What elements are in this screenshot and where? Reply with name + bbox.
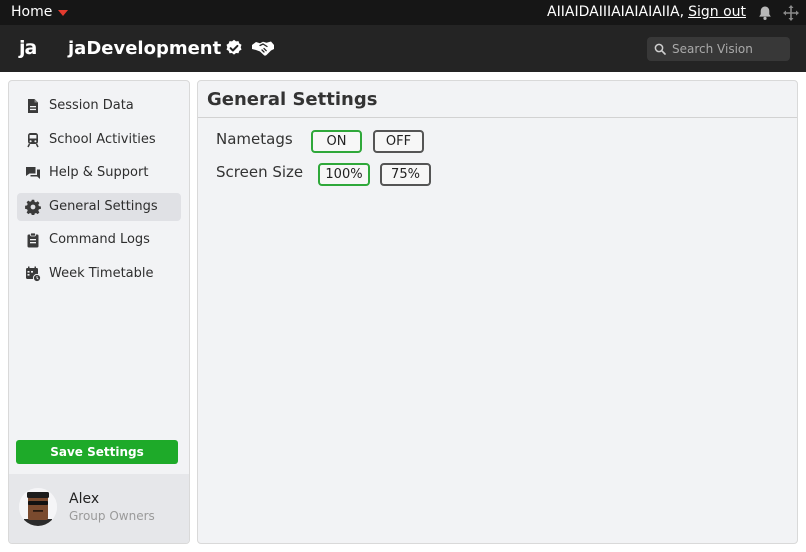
nametags-off-button[interactable]: OFF bbox=[373, 130, 424, 153]
save-settings-button[interactable]: Save Settings bbox=[16, 440, 178, 464]
brand-name: jaDevelopment bbox=[68, 38, 222, 59]
clipboard-icon bbox=[27, 232, 39, 248]
chat-icon bbox=[26, 167, 40, 179]
calendar-clock-icon bbox=[26, 266, 41, 282]
main-area: Session Data School Activities Help & Su… bbox=[0, 72, 806, 552]
account-info: AIIAIDAIIIAIAIAIAIIA, Sign out bbox=[547, 4, 746, 20]
divider bbox=[198, 117, 797, 118]
page-title: General Settings bbox=[207, 89, 378, 110]
sidebar-item-school-activities[interactable]: School Activities bbox=[17, 126, 181, 154]
gear-icon bbox=[25, 199, 41, 215]
sidebar-item-label: General Settings bbox=[49, 199, 158, 214]
sidebar-item-label: Week Timetable bbox=[49, 266, 154, 281]
search-input[interactable] bbox=[672, 42, 782, 56]
sidebar-item-label: Help & Support bbox=[49, 165, 149, 180]
sidebar-item-label: Session Data bbox=[49, 98, 134, 113]
app-header: ja jaDevelopment bbox=[0, 25, 806, 72]
handshake-icon bbox=[252, 41, 274, 56]
screen-size-100-button[interactable]: 100% bbox=[318, 163, 370, 186]
caret-down-icon[interactable] bbox=[58, 10, 69, 16]
avatar-image bbox=[19, 488, 57, 526]
username: AIIAIDAIIIAIAIAIAIIA, bbox=[547, 4, 685, 20]
sidebar-item-general-settings[interactable]: General Settings bbox=[17, 193, 181, 221]
sidebar-item-command-logs[interactable]: Command Logs bbox=[17, 226, 181, 254]
screen-size-label: Screen Size bbox=[216, 163, 304, 181]
sidebar: Session Data School Activities Help & Su… bbox=[8, 80, 190, 544]
screen-size-75-button[interactable]: 75% bbox=[380, 163, 431, 186]
home-label[interactable]: Home bbox=[11, 4, 52, 20]
home-menu[interactable]: Home bbox=[11, 4, 69, 20]
document-icon bbox=[28, 99, 38, 113]
search-bar[interactable] bbox=[647, 37, 790, 61]
settings-panel: General Settings Nametags ON OFF Screen … bbox=[197, 80, 798, 544]
nametags-label: Nametags bbox=[216, 130, 293, 148]
nametags-on-button[interactable]: ON bbox=[311, 130, 362, 153]
top-system-bar: Home AIIAIDAIIIAIAIAIAIIA, Sign out bbox=[0, 0, 806, 25]
train-icon bbox=[27, 133, 39, 148]
sidebar-item-week-timetable[interactable]: Week Timetable bbox=[17, 260, 181, 288]
sign-out-link[interactable]: Sign out bbox=[688, 4, 746, 20]
bell-icon[interactable] bbox=[757, 5, 773, 21]
sidebar-item-label: Command Logs bbox=[49, 232, 150, 247]
profile-name: Alex bbox=[69, 491, 100, 507]
avatar[interactable] bbox=[19, 488, 57, 526]
move-icon[interactable] bbox=[782, 4, 800, 22]
user-profile[interactable]: Alex Group Owners bbox=[9, 474, 189, 543]
sidebar-item-help-support[interactable]: Help & Support bbox=[17, 159, 181, 187]
sidebar-item-label: School Activities bbox=[49, 132, 156, 147]
profile-role: Group Owners bbox=[69, 509, 155, 523]
search-icon bbox=[654, 43, 666, 55]
verified-badge-icon bbox=[226, 39, 242, 55]
sidebar-item-session-data[interactable]: Session Data bbox=[17, 92, 181, 120]
logo: ja bbox=[19, 37, 37, 59]
